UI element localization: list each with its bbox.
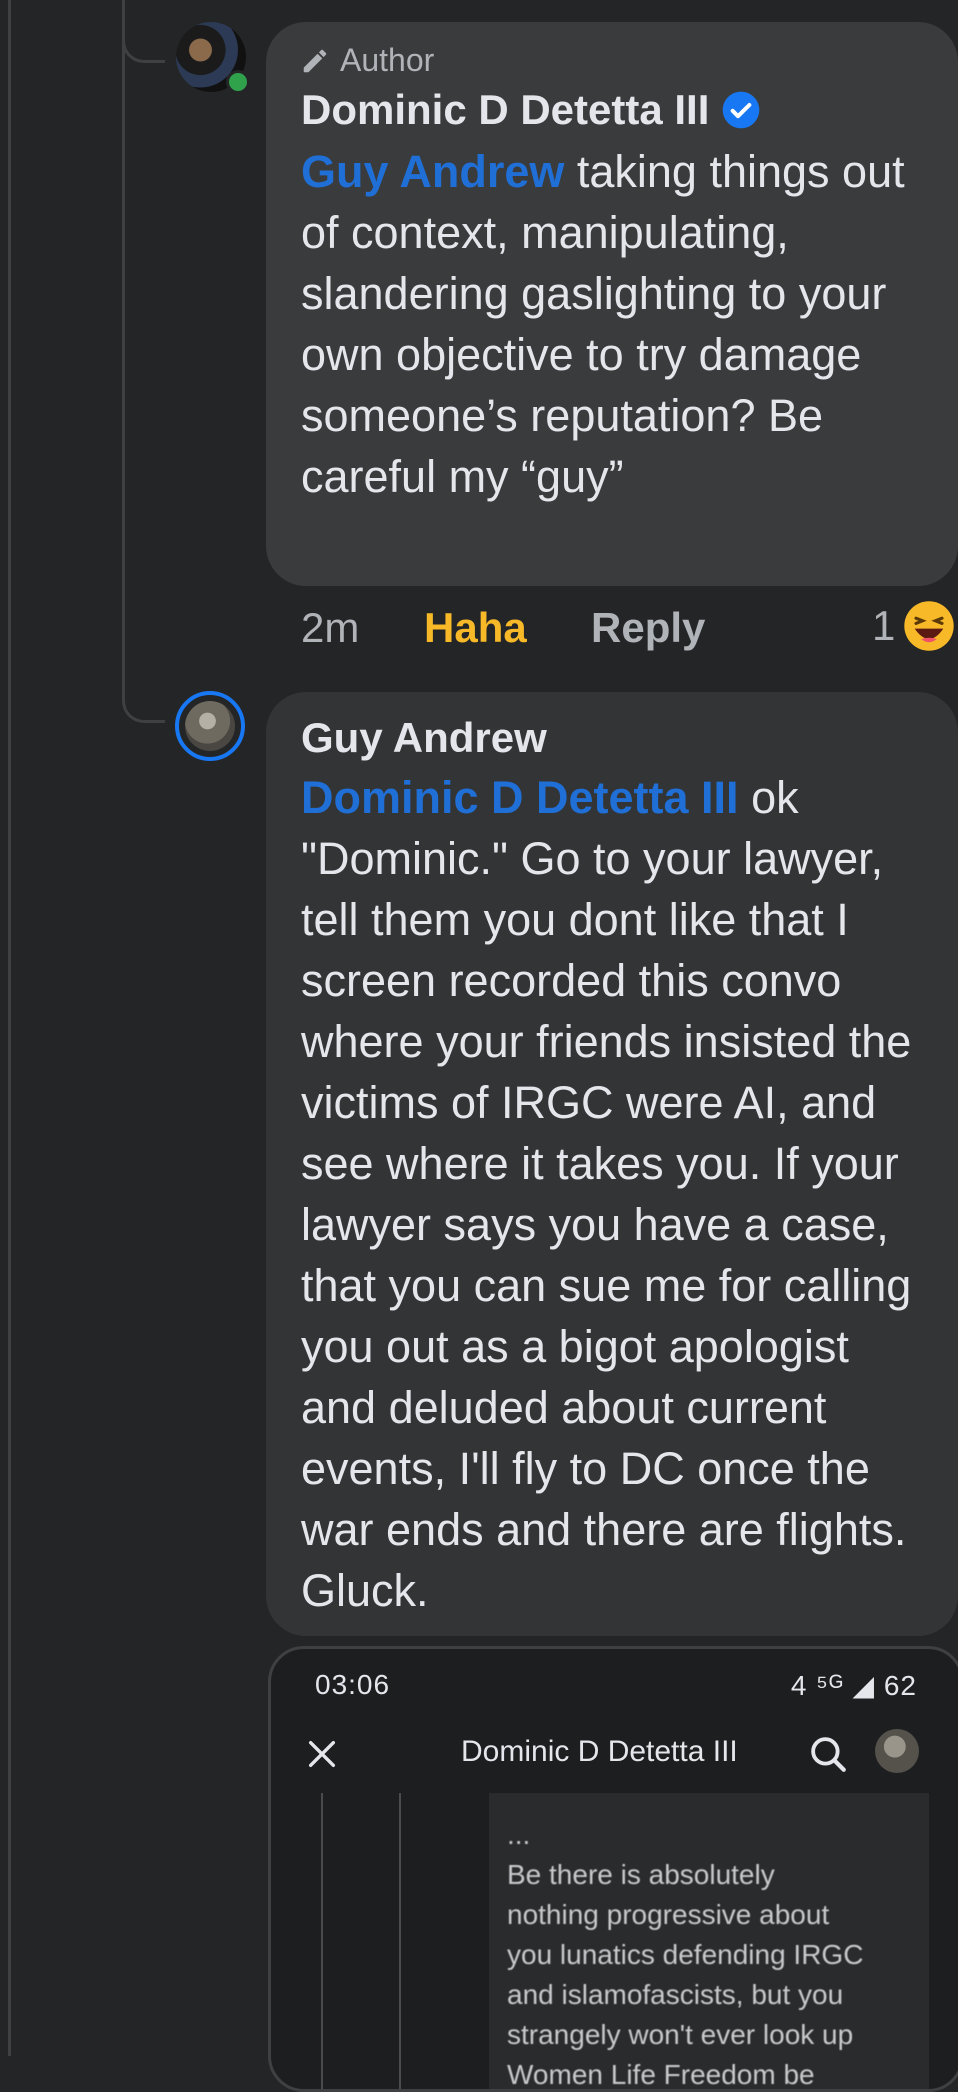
comment-timestamp[interactable]: 2m [301,604,359,652]
close-icon [308,1740,336,1768]
author-name-text-2[interactable]: Guy Andrew [301,714,547,762]
thread-connector-line [122,0,125,700]
screenshot-title: Dominic D Detetta III [461,1735,738,1768]
pencil-icon [303,49,327,72]
online-status-dot [226,70,250,94]
author-badge-label: Author [340,42,435,78]
status-icons: 4 ⁵ᴳ ◢ 62 [790,1670,917,1701]
comment-body: Guy Andrew taking things out of context,… [301,141,931,507]
mention-link-2[interactable]: Dominic D Detetta III [301,772,739,823]
author-badge: Author [300,42,434,79]
screenshot-blurred-text: ... Be there is absolutely nothing progr… [507,1819,864,2090]
avatar-photo [185,701,235,751]
screenshot-avatar [875,1729,919,1773]
left-edge-divider [8,0,11,2056]
screenshot-thread-line-1 [321,1793,323,2089]
reaction-summary[interactable]: 1 [872,600,955,652]
comment-body-2: Dominic D Detetta III ok "Dominic." Go t… [301,767,931,1621]
thread-branch-2 [122,680,165,723]
screenshot-thread-line-2 [399,1793,401,2089]
comment-text-2: ok "Dominic." Go to your lawyer, tell th… [301,772,912,1616]
avatar-guy-andrew[interactable] [175,691,245,761]
haha-emoji-icon [904,601,955,651]
comment-author-name[interactable]: Dominic D Detetta III [301,86,761,134]
author-name-text[interactable]: Dominic D Detetta III [301,86,709,134]
screenshot-status-bar: 03:06 4 ⁵ᴳ ◢ 62 [315,1669,917,1702]
reply-button[interactable]: Reply [591,604,705,652]
thread-branch-1 [122,20,165,63]
comment-author-name-2[interactable]: Guy Andrew [301,714,547,762]
status-time: 03:06 [315,1669,391,1700]
haha-reaction-button[interactable]: Haha [424,604,527,652]
mention-link[interactable]: Guy Andrew [301,146,564,197]
comment-text: taking things out of context, manipulati… [301,146,905,502]
reaction-count: 1 [872,602,896,649]
search-icon [811,1737,846,1772]
attached-screenshot[interactable]: 03:06 4 ⁵ᴳ ◢ 62 Dominic D Detetta III ..… [268,1646,958,2092]
verified-badge-icon [723,91,760,129]
